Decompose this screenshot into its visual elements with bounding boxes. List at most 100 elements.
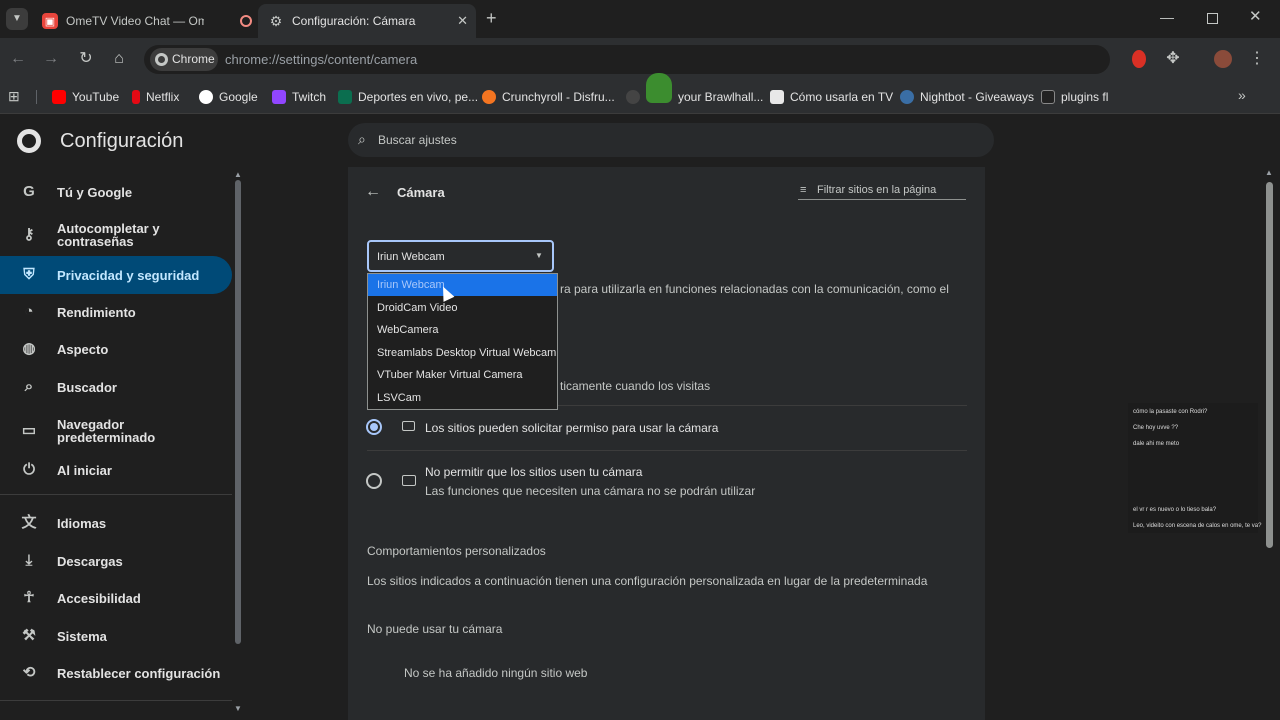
divider [367,450,967,451]
sidebar-item-sistema[interactable]: ⚒ Sistema [0,617,232,655]
bookmark-como-usarla[interactable]: Cómo usarla en TV [770,87,893,107]
stream-chat-overlay: cómo la pasaste con Rodri? Che hoy uvve … [1128,403,1262,533]
reload-icon[interactable]: ↻ [76,49,96,69]
crunchyroll-icon [482,90,496,104]
hidden-description-1: ra para utilizarla en funciones relacion… [560,282,949,296]
key-icon: ⚷ [23,226,35,243]
sidebar-item-aspecto[interactable]: ◍ Aspecto [0,330,232,368]
settings-search[interactable]: ⌕ Buscar ajustes [348,123,994,157]
bookmark-brawlhalla[interactable]: your Brawlhall... [626,73,763,107]
sidebar-item-descargas[interactable]: ⤓ Descargas [0,542,232,580]
extensions-puzzle-icon[interactable]: ✥ [1163,49,1183,69]
wrench-icon: ⚒ [22,627,36,644]
browser-icon: ▭ [21,422,37,439]
restore-button[interactable] [1207,13,1218,24]
site-chip[interactable]: Chrome [150,48,218,71]
forward-icon[interactable]: → [41,49,61,69]
chat-message: el vr r es nuevo o lo tieso bala? [1133,507,1217,513]
device-option[interactable]: Streamlabs Desktop Virtual Webcam [368,342,557,364]
bookmark-crunchyroll[interactable]: Crunchyroll - Disfru... [482,87,615,107]
back-arrow-icon[interactable]: ← [365,183,381,201]
youtube-icon [52,90,66,104]
device-option[interactable]: WebCamera [368,319,557,341]
bookmark-twitch[interactable]: Twitch [272,87,326,107]
bookmark-netflix[interactable]: Netflix [132,87,179,107]
extension-red-icon[interactable] [1129,49,1149,69]
bookmarks-bar: ⊞ YouTube Netflix Google Twitch Deportes… [0,73,1280,114]
scroll-up-arrow[interactable]: ▲ [234,170,242,179]
translate-icon: 文 [21,514,37,531]
device-option[interactable]: Iriun Webcam [368,274,557,296]
section-heading: Cámara [397,185,445,200]
ometv-icon: ▣ [42,13,58,29]
chat-message: dale ahi me meto [1133,441,1180,447]
tab-title: OmeTV Video Chat — Ome [66,14,204,28]
apps-grid-icon[interactable]: ⊞ [8,88,20,105]
scroll-up-arrow[interactable]: ▲ [1265,168,1273,177]
back-icon[interactable]: ← [8,49,28,69]
pepe-sticker-icon [646,73,672,103]
download-icon: ⤓ [25,552,33,569]
sidebar-item-privacidad[interactable]: ⛨ Privacidad y seguridad [0,256,232,294]
chat-message: Leo, videito con escena de calos en ome,… [1133,523,1262,529]
radio-block[interactable] [366,473,382,489]
page-scrollbar[interactable] [1266,182,1273,548]
sidebar-item-buscador[interactable]: ⌕ Buscador [0,368,232,406]
close-tab-icon[interactable]: ✕ [457,13,468,29]
tab-settings-camera[interactable]: ⚙ Configuración: Cámara ✕ [258,4,476,38]
sidebar: G Tú y Google ⚷ Autocompletar y contraseña… [0,114,246,720]
camera-icon [402,421,415,431]
netflix-icon [132,90,140,104]
filter-placeholder: Filtrar sitios en la página [817,184,937,196]
device-option[interactable]: LSVCam [368,387,557,409]
bookmark-deportes[interactable]: Deportes en vivo, pe... [338,87,478,107]
tab-ometv[interactable]: ▣ OmeTV Video Chat — Ome ✕ [32,4,268,38]
gear-icon: ⚙ [269,12,283,29]
chevron-down-icon: ▼ [535,251,543,260]
minimize-button[interactable]: — [1160,10,1174,24]
divider [36,90,37,104]
chat-message: cómo la pasaste con Rodri? [1133,409,1208,415]
more-bookmarks-icon[interactable]: » [1238,87,1246,103]
chip-label: Chrome [172,52,215,66]
sidebar-item-accesibilidad[interactable]: ☥ Accesibilidad [0,579,232,617]
sidebar-item-tu-y-google[interactable]: G Tú y Google [0,173,232,211]
home-icon[interactable]: ⌂ [109,49,129,69]
device-option[interactable]: VTuber Maker Virtual Camera [368,364,557,386]
address-bar[interactable]: Chrome chrome://settings/content/camera [144,45,1110,74]
bookmark-nightbot[interactable]: Nightbot - Giveaways [900,87,1034,107]
url-text: chrome://settings/content/camera [225,52,418,67]
camera-device-dropdown[interactable]: Iriun Webcam DroidCam Video WebCamera St… [367,273,558,410]
sidebar-item-navegador[interactable]: ▭ Navegador predeterminado [0,411,232,451]
scroll-down-arrow[interactable]: ▼ [234,704,242,713]
tab-search-button[interactable]: ▼ [6,8,28,30]
custom-behaviors-heading: Comportamientos personalizados [367,544,546,558]
close-window-button[interactable]: ✕ [1249,9,1265,25]
bookmark-youtube[interactable]: YouTube [52,87,119,107]
camera-device-select[interactable]: Iriun Webcam ▼ [367,240,554,272]
hidden-description-2: ticamente cuando los visitas [560,379,711,393]
sidebar-scrollbar[interactable] [235,180,241,644]
profile-avatar[interactable] [1213,49,1233,69]
menu-kebab-icon[interactable]: ⋮ [1247,49,1267,69]
recording-icon [240,15,252,27]
bookmark-google[interactable]: Google [199,87,258,107]
chrome-icon [155,53,168,66]
search-icon: ⌕ [358,131,366,147]
custom-behaviors-description: Los sitios indicados a continuación tien… [367,574,928,588]
blocked-heading: No puede usar tu cámara [367,622,503,636]
sidebar-item-idiomas[interactable]: 文 Idiomas [0,504,232,542]
bookmark-plugins[interactable]: plugins fl [1041,87,1108,107]
device-option[interactable]: DroidCam Video [368,297,557,319]
sidebar-item-restablecer[interactable]: ⟲ Restablecer configuración [0,654,232,692]
new-tab-button[interactable]: + [486,8,504,28]
filter-sites-input[interactable]: ≡ Filtrar sitios en la página [798,183,966,200]
sidebar-item-autocompletar[interactable]: ⚷ Autocompletar y contraseñas [0,215,232,255]
search-placeholder: Buscar ajustes [378,133,457,147]
no-sites-text: No se ha añadido ningún sitio web [404,666,588,680]
option-allow-label: Los sitios pueden solicitar permiso para… [425,421,719,435]
sidebar-item-rendimiento[interactable]: ◔ Rendimiento [0,293,232,331]
radio-allow[interactable] [366,419,382,435]
google-icon [199,90,213,104]
sidebar-item-al-iniciar[interactable]: ⏻ Al iniciar [0,451,232,489]
